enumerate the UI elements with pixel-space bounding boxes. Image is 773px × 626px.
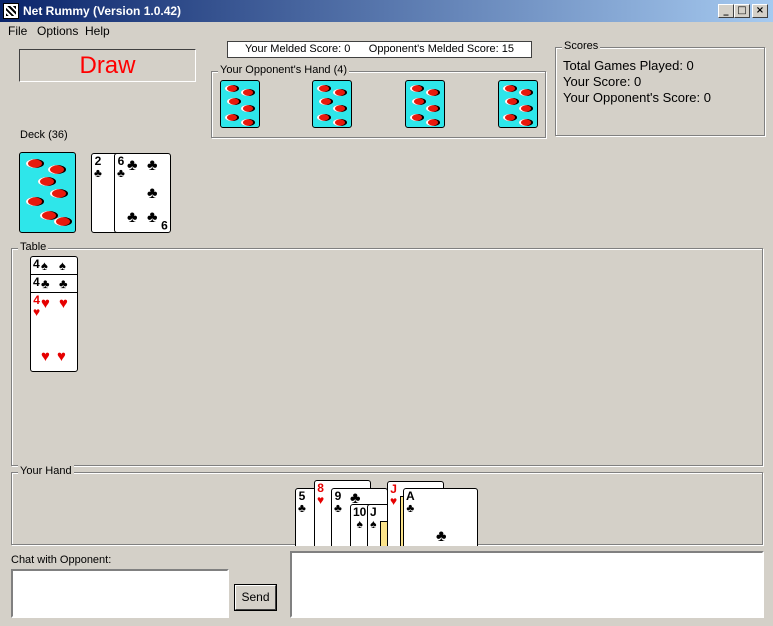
scores-group: Scores Total Games Played: 0 Your Score:… (555, 40, 765, 136)
opponent-melded-value: 15 (501, 43, 514, 55)
fish-icon (26, 159, 44, 168)
opponent-card (312, 80, 352, 128)
fish-icon (48, 165, 66, 174)
fish-icon (333, 105, 347, 112)
opponent-score-text: Your Opponent's Score: 0 (563, 90, 711, 105)
club-icon: ♣ (127, 157, 138, 174)
menu-options[interactable]: Options (37, 24, 78, 38)
club-icon: ♣ (436, 528, 447, 545)
fish-icon (241, 105, 255, 112)
heart-icon: ♥ (41, 295, 50, 312)
fish-icon (426, 105, 440, 112)
your-score-text: Your Score: 0 (563, 74, 642, 89)
club-icon: ♣ (59, 276, 68, 291)
opponent-hand-group: Your Opponent's Hand (4) (211, 64, 546, 138)
fish-icon (54, 217, 72, 226)
spade-icon: ♠ (41, 258, 48, 273)
fish-icon (227, 98, 241, 105)
fish-icon (241, 89, 255, 96)
menu-file[interactable]: File (8, 24, 27, 38)
heart-icon: ♥ (57, 348, 66, 365)
fish-icon (426, 89, 440, 96)
menu-bar: File Options Help (0, 22, 773, 40)
fish-icon (38, 177, 56, 186)
scores-label: Scores (562, 40, 601, 52)
fish-icon (319, 98, 333, 105)
draw-button[interactable]: Draw (19, 49, 196, 82)
close-button[interactable]: × (752, 4, 768, 18)
menu-help[interactable]: Help (85, 24, 110, 38)
fish-icon (333, 89, 347, 96)
minimize-button[interactable]: _ (718, 4, 734, 18)
meld-card[interactable]: 4 ♠ ♠ 4 ♣ ♣ 4 ♥ ♥ ♥ ♥ ♥ (30, 256, 78, 372)
club-icon: ♣ (41, 276, 50, 291)
fish-icon (503, 85, 517, 92)
fish-icon (519, 105, 533, 112)
your-melded-value: 0 (344, 43, 351, 55)
fish-icon (225, 114, 239, 121)
fish-icon (503, 114, 517, 121)
opponent-hand-label: Your Opponent's Hand (4) (218, 64, 350, 76)
club-icon: ♣ (147, 157, 158, 174)
fish-icon (225, 85, 239, 92)
games-played-text: Total Games Played: 0 (563, 58, 694, 73)
chat-input[interactable] (11, 569, 229, 618)
club-icon: ♣ (127, 209, 138, 226)
window-title: Net Rummy (Version 1.0.42) (23, 4, 182, 18)
app-icon[interactable] (3, 3, 19, 19)
spade-icon: ♠ (59, 258, 66, 273)
opponent-card (220, 80, 260, 128)
deck-label: Deck (36) (20, 129, 68, 141)
discard-card-top[interactable]: 6 ♣ ♣ ♣ ♣ ♣ ♣ 9 (114, 153, 171, 233)
card-rank: 2 ♣ (94, 154, 102, 180)
send-button[interactable]: Send (234, 584, 277, 611)
heart-icon: ♥ (59, 295, 68, 312)
fish-icon (410, 114, 424, 121)
opponent-card (405, 80, 445, 128)
card-rank: 6 ♣ (117, 154, 125, 180)
fish-icon (50, 189, 68, 198)
meld-card-club: 4 ♣ ♣ (31, 275, 77, 293)
club-icon: ♣ (147, 185, 158, 202)
hand-card[interactable]: A ♣ ♣ (403, 488, 478, 546)
chat-log[interactable] (290, 551, 764, 618)
fish-icon (241, 119, 255, 126)
table-label: Table (18, 241, 49, 253)
fish-icon (412, 98, 426, 105)
meld-card-spade: 4 ♠ ♠ (31, 257, 77, 275)
table-group: Table 4 ♠ ♠ 4 ♣ ♣ 4 ♥ ♥ ♥ ♥ ♥ (11, 241, 763, 466)
deck-card[interactable] (19, 152, 76, 233)
fish-icon (26, 197, 44, 206)
club-icon: ♣ (147, 209, 158, 226)
maximize-button[interactable]: □ (734, 4, 750, 18)
fish-icon (505, 98, 519, 105)
heart-icon: ♥ (41, 348, 50, 365)
melded-score-display: Your Melded Score: 0 Opponent's Melded S… (227, 41, 532, 58)
meld-card-heart: 4 ♥ ♥ ♥ ♥ ♥ (33, 293, 68, 365)
your-hand-label: Your Hand (18, 465, 74, 477)
fish-icon (426, 119, 440, 126)
fish-icon (317, 85, 331, 92)
fish-icon (519, 89, 533, 96)
fish-icon (333, 119, 347, 126)
fish-icon (519, 119, 533, 126)
card-rank-corner: 9 (161, 218, 168, 232)
chat-label: Chat with Opponent: (11, 554, 112, 566)
your-melded-label: Your Melded Score: (245, 43, 342, 55)
fish-icon (410, 85, 424, 92)
opponent-card (498, 80, 538, 128)
opponent-melded-label: Opponent's Melded Score: (368, 43, 499, 55)
title-bar: Net Rummy (Version 1.0.42) _ □ × (0, 0, 773, 22)
fish-icon (317, 114, 331, 121)
